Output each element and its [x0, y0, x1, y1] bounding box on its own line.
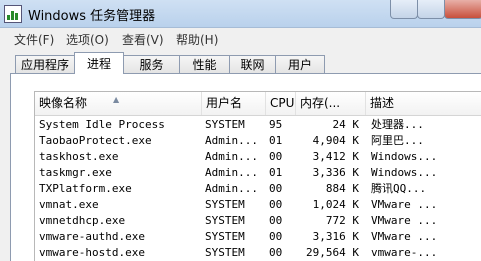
tab-strip: 应用程序 进程 服务 性能 联网 用户 [0, 50, 481, 74]
column-user-name[interactable]: 用户名 [202, 92, 266, 115]
process-cpu: 00 [269, 246, 283, 259]
process-name: taskmgr.exe [39, 166, 112, 179]
process-name: TXPlatform.exe [39, 182, 132, 195]
tab-users[interactable]: 用户 [275, 55, 325, 73]
process-name: System Idle Process [39, 118, 165, 131]
process-description: VMware ... [371, 198, 438, 211]
process-user: Admin... [205, 182, 258, 195]
tab-services[interactable]: 服务 [123, 55, 180, 73]
process-user: Admin... [205, 150, 258, 163]
process-cpu: 95 [269, 118, 283, 131]
table-row[interactable]: vmware-hostd.exe SYSTEM 00 29,564 K vmware-.… [35, 245, 481, 261]
process-memory: 3,336 K [312, 166, 359, 179]
sort-up-icon: ▲ [113, 95, 120, 104]
process-name: taskhost.exe [39, 150, 119, 163]
process-description: 阿里巴... [371, 134, 424, 147]
column-cpu[interactable]: CPU [266, 92, 296, 115]
maximize-button[interactable] [417, 0, 445, 19]
process-user: SYSTEM [205, 214, 245, 227]
table-row[interactable]: TaobaoProtect.exe Admin... 01 4,904 K 阿里巴... [35, 133, 481, 149]
process-cpu: 00 [269, 198, 283, 211]
process-user: Admin... [205, 134, 258, 147]
process-name: vmnat.exe [39, 198, 99, 211]
process-list[interactable]: 映像名称 ▲ 用户名 CPU 内存(... 描述 System Idle Pro… [34, 91, 481, 261]
menu-help[interactable]: 帮助(H) [176, 31, 218, 48]
process-cpu: 00 [269, 230, 283, 243]
process-user: SYSTEM [205, 198, 245, 211]
process-name: vmnetdhcp.exe [39, 214, 126, 227]
process-description: Windows... [371, 150, 438, 163]
tab-networking[interactable]: 联网 [229, 55, 276, 73]
column-description[interactable]: 描述 [366, 92, 481, 115]
table-row[interactable]: vmnat.exe SYSTEM 00 1,024 K VMware ... [35, 197, 481, 213]
process-name: vmware-hostd.exe [39, 246, 145, 259]
column-image-name[interactable]: 映像名称 ▲ [35, 92, 202, 115]
table-row[interactable]: taskhost.exe Admin... 00 3,412 K Windows... [35, 149, 481, 165]
process-name: vmware-authd.exe [39, 230, 145, 243]
process-memory: 29,564 K [306, 246, 359, 259]
menu-view[interactable]: 查看(V) [122, 31, 164, 48]
table-row[interactable]: vmnetdhcp.exe SYSTEM 00 772 K VMware ... [35, 213, 481, 229]
process-memory: 772 K [325, 214, 359, 227]
process-cpu: 01 [269, 134, 283, 147]
process-user: SYSTEM [205, 246, 245, 259]
window-title: Windows 任务管理器 [28, 9, 156, 24]
menu-options[interactable]: 选项(O) [66, 31, 109, 48]
process-cpu: 01 [269, 166, 283, 179]
tab-applications[interactable]: 应用程序 [15, 55, 75, 73]
process-cpu: 00 [269, 214, 283, 227]
table-row[interactable]: System Idle Process SYSTEM 95 24 K 处理器... [35, 117, 481, 133]
process-name: TaobaoProtect.exe [39, 134, 152, 147]
table-row[interactable]: taskmgr.exe Admin... 01 3,336 K Windows... [35, 165, 481, 181]
process-cpu: 00 [269, 150, 283, 163]
table-row[interactable]: TXPlatform.exe Admin... 00 884 K 腾讯QQ... [35, 181, 481, 197]
process-memory: 884 K [325, 182, 359, 195]
process-memory: 24 K [332, 118, 360, 131]
process-description: VMware ... [371, 230, 438, 243]
process-description: vmware-... [371, 246, 438, 259]
process-user: SYSTEM [205, 230, 245, 243]
tab-processes[interactable]: 进程 [74, 52, 124, 74]
process-description: 腾讯QQ... [371, 182, 427, 195]
column-memory[interactable]: 内存(... [296, 92, 366, 115]
table-row[interactable]: vmware-authd.exe SYSTEM 00 3,316 K VMware ..… [35, 229, 481, 245]
process-description: 处理器... [371, 118, 424, 131]
process-description: VMware ... [371, 214, 438, 227]
title-bar: Windows 任务管理器 [0, 0, 481, 28]
process-cpu: 00 [269, 182, 283, 195]
process-memory: 4,904 K [312, 134, 359, 147]
process-description: Windows... [371, 166, 438, 179]
task-manager-icon [4, 5, 22, 23]
close-button[interactable] [444, 0, 481, 19]
process-memory: 3,316 K [312, 230, 359, 243]
minimize-button[interactable] [390, 0, 418, 19]
list-header: 映像名称 ▲ 用户名 CPU 内存(... 描述 [35, 92, 481, 116]
menu-file[interactable]: 文件(F) [14, 31, 54, 48]
process-user: SYSTEM [205, 118, 245, 131]
process-user: Admin... [205, 166, 258, 179]
process-memory: 1,024 K [312, 198, 359, 211]
tab-performance[interactable]: 性能 [179, 55, 230, 73]
process-memory: 3,412 K [312, 150, 359, 163]
menu-bar: 文件(F) 选项(O) 查看(V) 帮助(H) [0, 28, 481, 50]
